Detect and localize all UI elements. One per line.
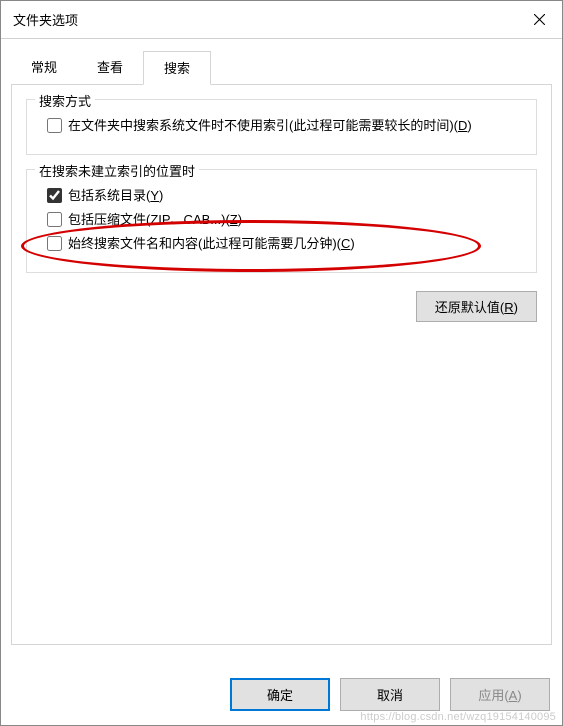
- option-system-dirs[interactable]: 包括系统目录(Y): [47, 186, 524, 206]
- option-always-search-contents-checkbox[interactable]: [47, 236, 62, 251]
- option-no-index-label: 在文件夹中搜索系统文件时不使用索引(此过程可能需要较长的时间)(D): [68, 116, 472, 136]
- option-always-search-contents[interactable]: 始终搜索文件名和内容(此过程可能需要几分钟)(C): [47, 234, 524, 254]
- cancel-button[interactable]: 取消: [340, 678, 440, 711]
- option-system-dirs-label: 包括系统目录(Y): [68, 186, 163, 206]
- tab-bar: 常规 查看 搜索: [11, 51, 552, 85]
- tab-general[interactable]: 常规: [11, 51, 77, 85]
- option-no-index[interactable]: 在文件夹中搜索系统文件时不使用索引(此过程可能需要较长的时间)(D): [47, 116, 524, 136]
- close-icon: [534, 14, 545, 25]
- close-button[interactable]: [516, 1, 562, 38]
- restore-defaults-row: 还原默认值(R): [26, 287, 537, 328]
- option-system-dirs-checkbox[interactable]: [47, 188, 62, 203]
- window-title: 文件夹选项: [13, 10, 516, 29]
- dialog-button-bar: 确定 取消 应用(A): [230, 678, 550, 711]
- tab-view[interactable]: 查看: [77, 51, 143, 85]
- group-unindexed-locations: 在搜索未建立索引的位置时 包括系统目录(Y) 包括压缩文件(ZIP、CAB...…: [26, 169, 537, 273]
- option-compressed-files-checkbox[interactable]: [47, 212, 62, 227]
- group-unindexed-legend: 在搜索未建立索引的位置时: [35, 161, 199, 180]
- ok-button[interactable]: 确定: [230, 678, 330, 711]
- apply-button[interactable]: 应用(A): [450, 678, 550, 711]
- watermark: https://blog.csdn.net/wzq19154140095: [360, 711, 556, 723]
- tab-search[interactable]: 搜索: [143, 51, 211, 85]
- option-always-search-contents-label: 始终搜索文件名和内容(此过程可能需要几分钟)(C): [68, 234, 355, 254]
- restore-defaults-button[interactable]: 还原默认值(R): [416, 291, 537, 322]
- option-compressed-files[interactable]: 包括压缩文件(ZIP、CAB...)(Z): [47, 210, 524, 230]
- option-compressed-files-label: 包括压缩文件(ZIP、CAB...)(Z): [68, 210, 242, 230]
- group-search-method-legend: 搜索方式: [35, 91, 95, 110]
- tab-panel-search: 搜索方式 在文件夹中搜索系统文件时不使用索引(此过程可能需要较长的时间)(D) …: [11, 85, 552, 645]
- option-no-index-checkbox[interactable]: [47, 118, 62, 133]
- title-bar: 文件夹选项: [1, 1, 562, 39]
- group-search-method: 搜索方式 在文件夹中搜索系统文件时不使用索引(此过程可能需要较长的时间)(D): [26, 99, 537, 155]
